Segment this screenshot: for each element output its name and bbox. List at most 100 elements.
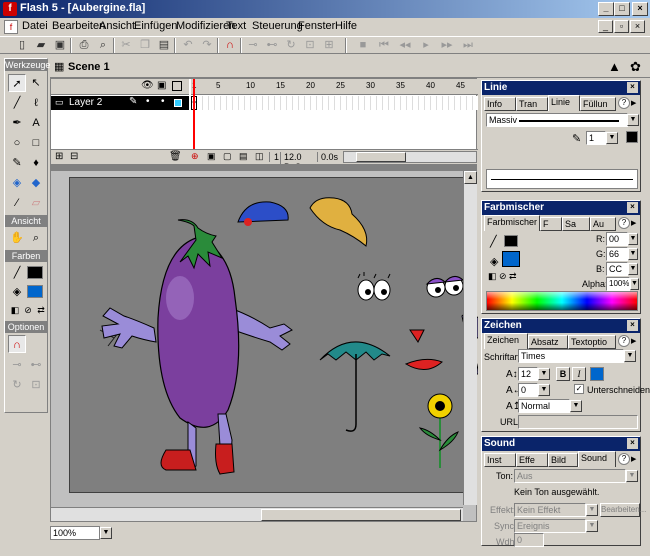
minimize-button[interactable]: _ — [598, 2, 614, 16]
copy-icon[interactable]: ❐ — [137, 38, 153, 53]
maximize-button[interactable]: □ — [614, 2, 630, 16]
layer-lock-dot[interactable]: • — [161, 96, 165, 107]
font-select[interactable]: Times — [518, 349, 624, 363]
alpha-arrow[interactable]: ▼ — [630, 278, 639, 290]
rotate-icon[interactable]: ↻ — [283, 38, 299, 53]
straighten-option-icon[interactable]: ⊷ — [27, 356, 45, 374]
alpha-field[interactable]: 100% — [606, 277, 630, 291]
stage-h-scrollbar[interactable] — [51, 507, 463, 521]
zoom-dropdown-arrow[interactable]: ▼ — [100, 527, 112, 539]
mixer-stroke-swatch[interactable] — [504, 235, 518, 247]
magnet-icon[interactable]: ∩ — [222, 38, 238, 53]
help-icon[interactable]: ? — [618, 217, 630, 229]
paste-icon[interactable]: ▤ — [156, 38, 172, 53]
tab-effekt[interactable]: Effe — [516, 453, 548, 467]
scale-icon[interactable]: ⊡ — [302, 38, 318, 53]
tab-zeichen[interactable]: Zeichen — [484, 333, 528, 349]
mixer-default-icon[interactable]: ◧ ⊘ ⇄ — [488, 271, 517, 282]
tracking-dropdown-arrow[interactable]: ▼ — [538, 384, 550, 396]
line-color-swatch[interactable] — [626, 131, 638, 143]
add-guide-layer-icon[interactable]: ⊟ — [70, 151, 78, 162]
document-icon[interactable]: f — [4, 20, 18, 34]
tab-sa[interactable]: Sa — [562, 217, 590, 231]
undo-icon[interactable]: ↶ — [180, 38, 196, 53]
ton-dropdown-arrow[interactable]: ▼ — [626, 470, 638, 482]
rewind-icon[interactable]: ⏮ — [376, 38, 392, 53]
italic-button[interactable]: I — [572, 367, 586, 381]
stage-scroll-thumb[interactable] — [261, 509, 461, 521]
menu-steuerung[interactable]: Steuerung — [252, 20, 303, 32]
open-icon[interactable]: ▰ — [33, 38, 49, 53]
tab-sound[interactable]: Sound — [578, 451, 616, 467]
g-arrow[interactable]: ▼ — [628, 248, 638, 260]
sync-dropdown-arrow[interactable]: ▼ — [586, 520, 598, 532]
print-icon[interactable]: ⎙ — [76, 38, 92, 53]
r-field[interactable]: 00 — [606, 232, 628, 246]
stop-icon[interactable]: ■ — [355, 38, 371, 53]
menu-einfuegen[interactable]: Einfügen — [134, 20, 177, 32]
close-icon[interactable]: × — [627, 202, 638, 213]
close-icon[interactable]: × — [627, 438, 638, 449]
close-button[interactable]: × — [632, 2, 648, 16]
smooth-option-icon[interactable]: ⊸ — [8, 356, 26, 374]
help-icon[interactable]: ? — [618, 453, 630, 465]
doc-close-button[interactable]: × — [630, 20, 645, 33]
rectangle-tool-icon[interactable]: □ — [27, 134, 45, 152]
tab-absatz[interactable]: Absatz — [528, 335, 568, 349]
kerning-checkbox[interactable]: ✓ — [574, 384, 584, 394]
delete-layer-icon[interactable]: 🗑 — [169, 151, 182, 162]
loop-field[interactable]: 0 — [514, 533, 544, 547]
scroll-up-arrow[interactable]: ▲ — [464, 171, 477, 184]
stage-artwork[interactable] — [70, 178, 479, 494]
edit-sound-button[interactable]: Bearbeiten... — [600, 503, 646, 517]
doc-minimize-button[interactable]: _ — [598, 20, 613, 33]
tab-farbfelder[interactable]: F — [540, 217, 562, 231]
zoom-tool-icon[interactable]: ⌕ — [27, 229, 45, 247]
close-icon[interactable]: × — [627, 320, 638, 331]
tab-bild[interactable]: Bild — [548, 453, 578, 467]
line-style-select[interactable]: Massiv — [486, 113, 628, 127]
close-icon[interactable]: × — [627, 82, 638, 93]
step-forward-icon[interactable]: ▸▸ — [439, 38, 455, 53]
effekt-select[interactable]: Kein Effekt — [514, 503, 586, 517]
add-layer-icon[interactable]: ⊞ — [55, 151, 63, 162]
timeline-scroll-thumb[interactable] — [356, 152, 406, 162]
redo-icon[interactable]: ↷ — [199, 38, 215, 53]
font-size-field[interactable]: 12 — [518, 367, 538, 381]
paint-bucket-tool-icon[interactable]: ◆ — [27, 174, 45, 192]
arrow-tool-icon[interactable]: ➚ — [8, 74, 26, 92]
snap-magnet-icon[interactable]: ∩ — [8, 335, 26, 353]
tab-au[interactable]: Au — [590, 217, 616, 231]
ink-bottle-tool-icon[interactable]: ◈ — [8, 174, 26, 192]
dropper-tool-icon[interactable]: ⁄ — [8, 194, 26, 212]
text-color-swatch[interactable] — [590, 367, 604, 381]
step-back-icon[interactable]: ◂◂ — [397, 38, 413, 53]
menu-ansicht[interactable]: Ansicht — [99, 20, 135, 32]
smooth-icon[interactable]: ⊸ — [245, 38, 261, 53]
layer-row[interactable]: ▭ Layer 2 ✎ • • — [51, 96, 189, 110]
tab-linie[interactable]: Linie — [548, 95, 580, 111]
print-preview-icon[interactable]: ⌕ — [95, 38, 111, 53]
new-icon[interactable]: ▯ — [14, 38, 30, 53]
save-icon[interactable]: ▣ — [52, 38, 68, 53]
menu-text[interactable]: Text — [226, 20, 246, 32]
effekt-dropdown-arrow[interactable]: ▼ — [586, 504, 598, 516]
oval-tool-icon[interactable]: ○ — [8, 134, 26, 152]
scale-option-icon[interactable]: ⊡ — [27, 376, 45, 394]
fill-color-swatch[interactable] — [27, 285, 43, 298]
menu-hilfe[interactable]: Hilfe — [335, 20, 357, 32]
panel-menu-icon[interactable]: ▶ — [631, 337, 636, 345]
subselect-tool-icon[interactable]: ↖ — [27, 74, 45, 92]
frame-row[interactable] — [191, 96, 478, 110]
help-icon[interactable]: ? — [618, 97, 630, 109]
pen-tool-icon[interactable]: ✒ — [8, 114, 26, 132]
line-style-dropdown-arrow[interactable]: ▼ — [627, 114, 639, 126]
layer-outline-swatch[interactable] — [174, 99, 182, 107]
zoom-field[interactable]: 100% — [50, 526, 100, 540]
lasso-tool-icon[interactable]: ℓ — [27, 94, 45, 112]
cut-icon[interactable]: ✂ — [118, 38, 134, 53]
playhead[interactable] — [193, 79, 195, 149]
onion-markers-icon[interactable]: ◫ — [255, 151, 264, 162]
edit-symbol-icon[interactable]: ✿ — [630, 59, 641, 75]
menu-fenster[interactable]: Fenster — [298, 20, 335, 32]
